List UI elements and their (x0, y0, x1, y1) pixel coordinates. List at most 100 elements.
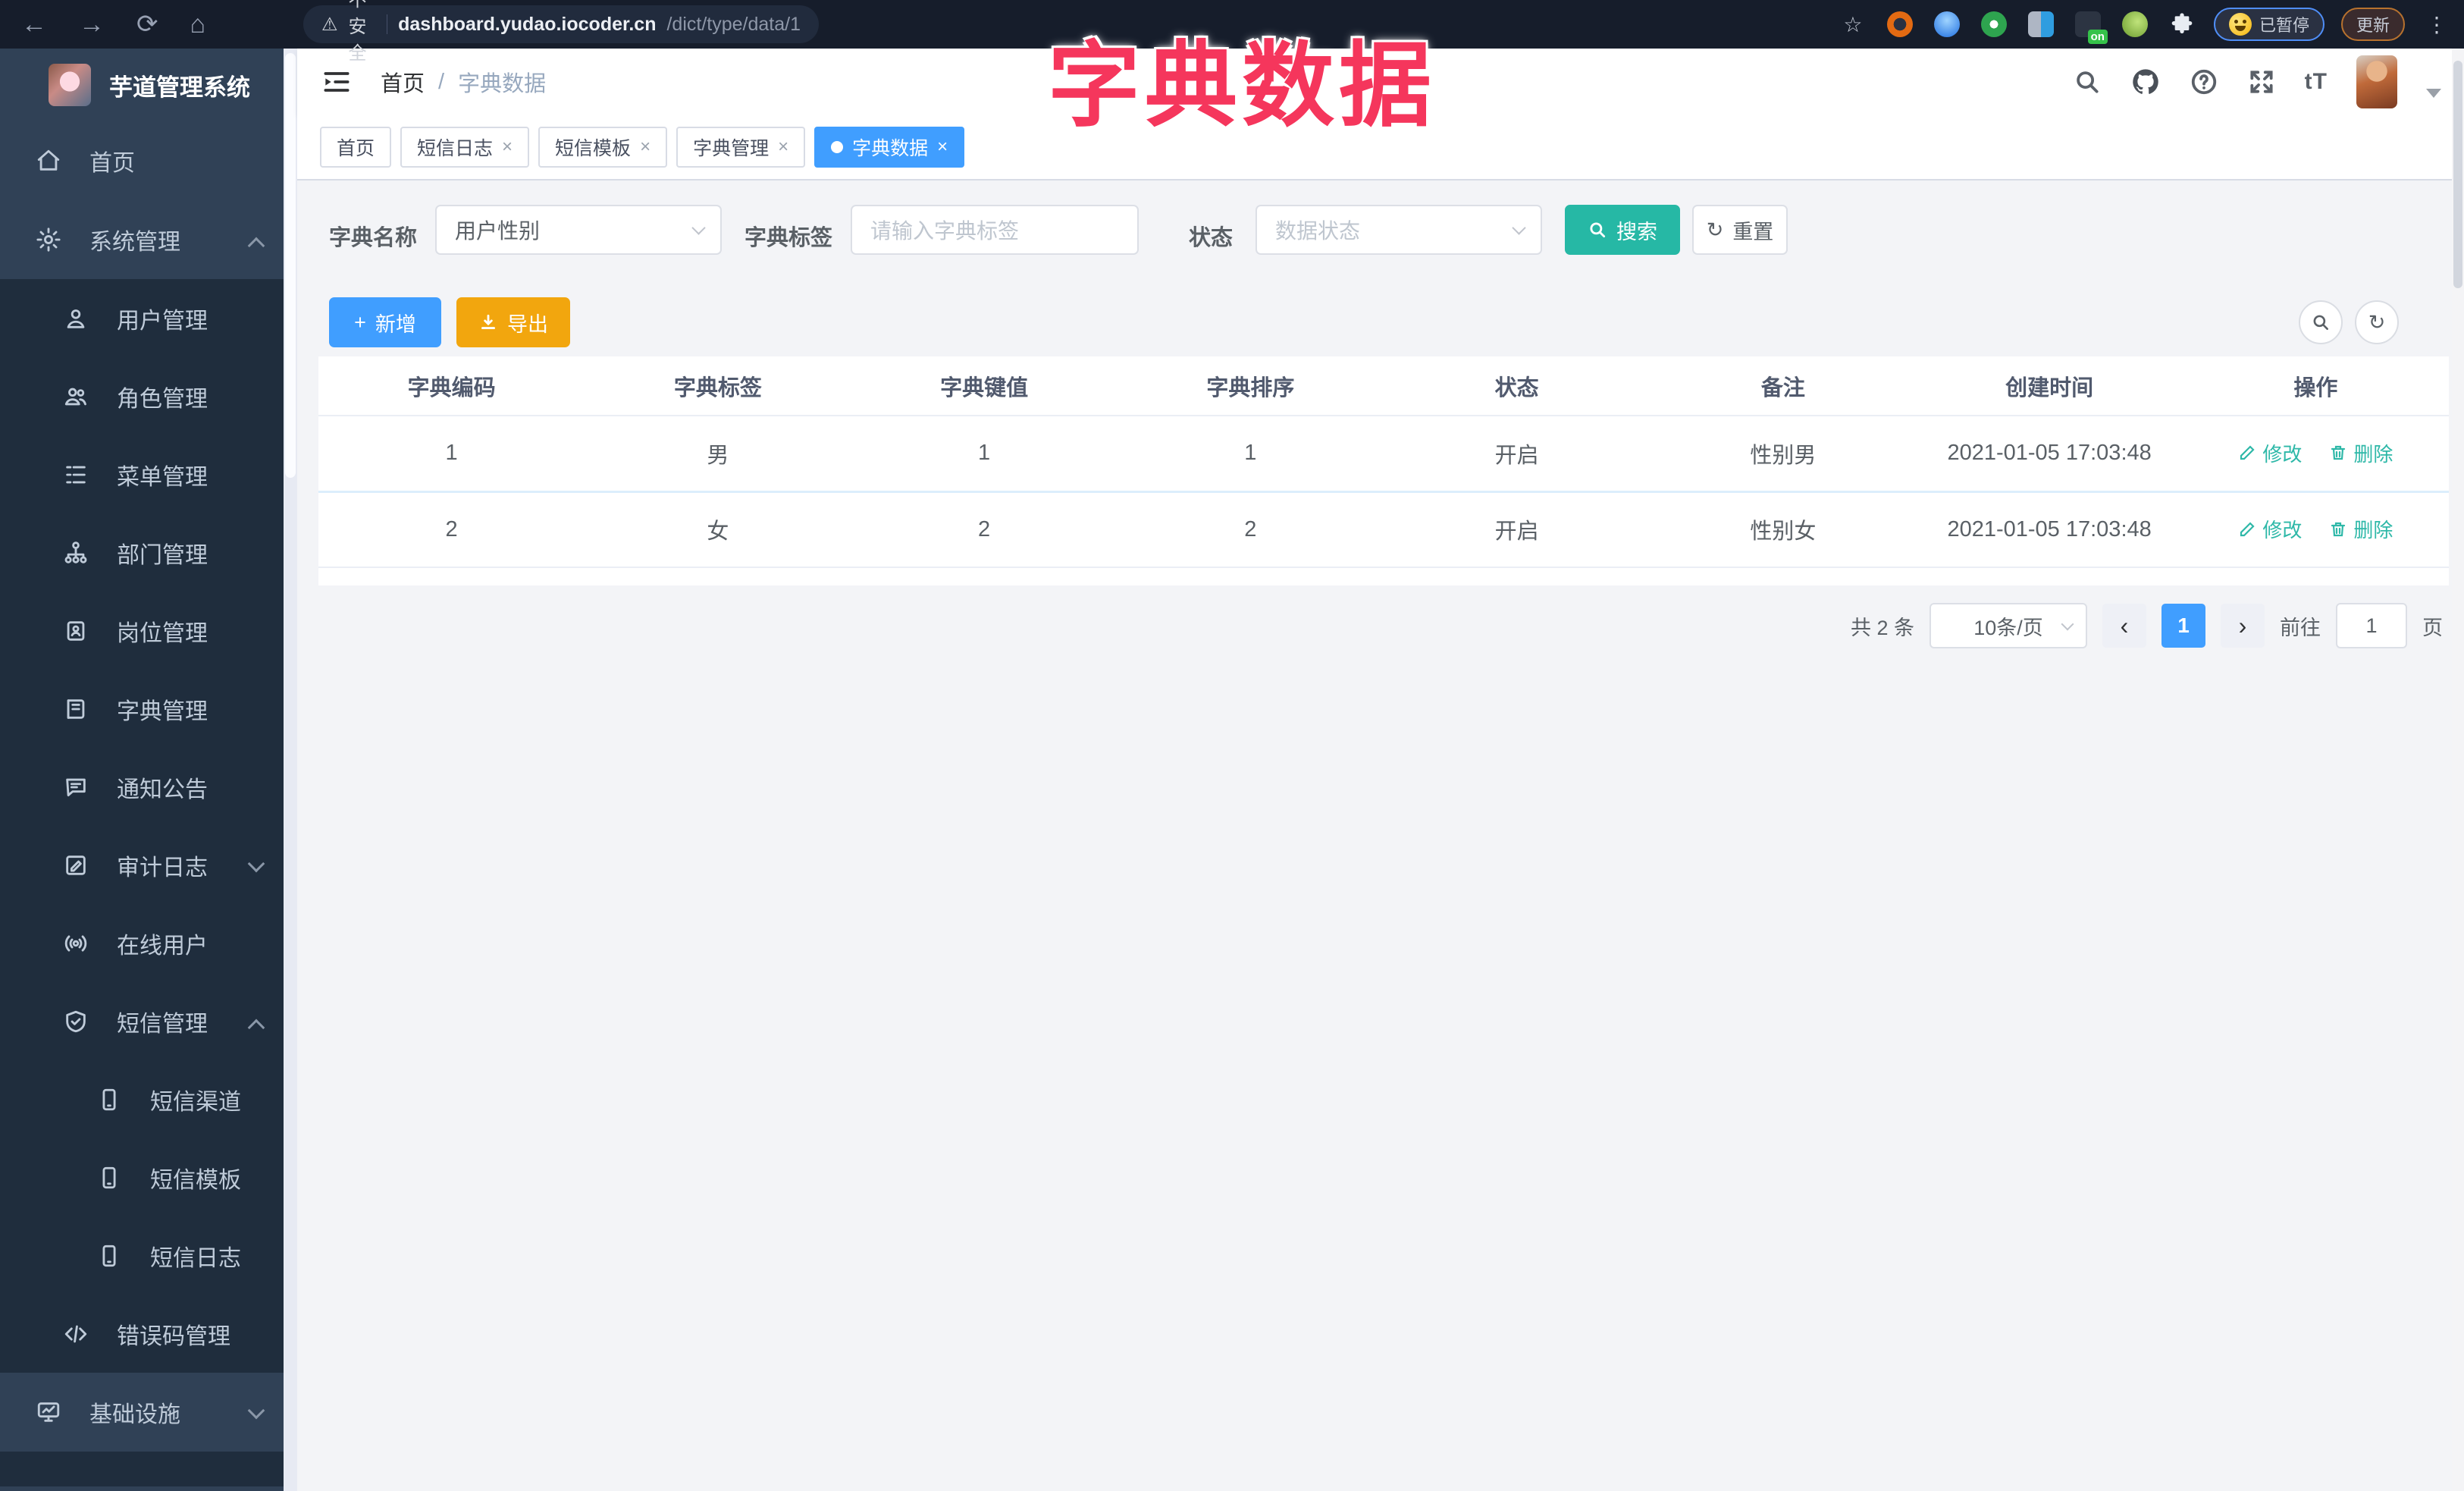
tab-sms-log[interactable]: 短信日志 × (400, 127, 530, 168)
sidebar-item-dept-mgmt[interactable]: 部门管理 (0, 513, 296, 592)
sidebar-item-post-mgmt[interactable]: 岗位管理 (0, 592, 296, 670)
chevron-down-icon (1512, 221, 1526, 235)
sms-shield-icon (61, 1009, 91, 1034)
announcement-icon (61, 774, 91, 800)
extensions-puzzle-icon[interactable] (2167, 9, 2197, 39)
main-scrollbar[interactable] (2452, 49, 2464, 1491)
home-icon[interactable]: ⌂ (190, 10, 206, 39)
breadcrumb-home[interactable]: 首页 (381, 66, 425, 98)
breadcrumb-current: 字典数据 (458, 72, 547, 96)
sidebar-item-online-users[interactable]: 在线用户 (0, 904, 296, 982)
gear-icon (33, 227, 64, 253)
collapse-caret-icon (247, 237, 265, 255)
forward-icon[interactable]: → (79, 10, 105, 39)
extension-leaf-icon[interactable] (2120, 9, 2150, 39)
sidebar-item-role-mgmt[interactable]: 角色管理 (0, 357, 296, 435)
bookmark-star-icon[interactable]: ☆ (1838, 9, 1868, 39)
font-size-icon[interactable]: tT (2305, 69, 2328, 95)
dict-tag-input[interactable]: 请输入字典标签 (851, 205, 1139, 255)
users-icon (61, 384, 91, 410)
search-icon[interactable] (2073, 67, 2102, 96)
dict-name-select[interactable]: 用户性别 (435, 205, 722, 255)
address-bar[interactable]: ⚠ 不安全 dashboard.yudao.iocoder.cn /dict/t… (303, 0, 819, 64)
extension-blue-icon[interactable] (1932, 9, 1962, 39)
profile-emoji-avatar (2228, 13, 2252, 36)
sidebar-item-sms-template[interactable]: 短信模板 (0, 1138, 296, 1216)
sidebar-item-user-mgmt[interactable]: 用户管理 (0, 279, 296, 357)
status-select[interactable]: 数据状态 (1256, 205, 1542, 255)
chrome-menu-dots-icon[interactable]: ⋮ (2422, 9, 2452, 39)
sidebar-item-sms-channel[interactable]: 短信渠道 (0, 1060, 296, 1138)
chevron-down-icon (2061, 617, 2074, 631)
export-button[interactable]: 导出 (456, 297, 570, 347)
close-icon[interactable]: × (502, 137, 513, 158)
next-page-button[interactable]: › (2221, 604, 2265, 648)
refresh-table-button[interactable]: ↻ (2355, 300, 2399, 344)
page-unit-label: 页 (2422, 616, 2443, 639)
back-icon[interactable]: ← (21, 10, 47, 39)
status-label: 状态 (1189, 226, 1234, 250)
reset-button[interactable]: ↻ 重置 (1692, 205, 1788, 255)
prev-page-button[interactable]: ‹ (2102, 604, 2146, 648)
page-title-overlay: 字典数据 (1048, 34, 1436, 137)
page-number-button[interactable]: 1 (2161, 604, 2205, 648)
menu-list-icon (61, 462, 91, 488)
edit-button[interactable]: 修改 (2238, 439, 2302, 467)
tab-dict-data[interactable]: 字典数据 × (814, 127, 965, 168)
delete-button[interactable]: 删除 (2329, 515, 2393, 543)
profile-paused-badge[interactable]: 已暂停 (2213, 8, 2324, 41)
sidebar-item-menu-mgmt[interactable]: 菜单管理 (0, 435, 296, 513)
extension-switch-icon[interactable]: on (2073, 9, 2108, 44)
search-button[interactable]: 搜索 (1565, 205, 1680, 255)
active-dot-icon (831, 141, 844, 153)
chevron-down-icon (691, 221, 706, 235)
close-icon[interactable]: × (937, 137, 948, 158)
goto-page-input[interactable]: 1 (2336, 603, 2407, 648)
close-icon[interactable]: × (640, 137, 650, 158)
github-icon[interactable] (2130, 67, 2161, 97)
sidebar-item-sms-log[interactable]: 短信日志 (0, 1216, 296, 1295)
close-icon[interactable]: × (778, 137, 788, 158)
extension-translate-icon[interactable] (2026, 9, 2056, 39)
security-label[interactable]: 不安全 (349, 0, 377, 64)
table-row[interactable]: 2 女 2 2 开启 性别女 2021-01-05 17:03:48 修改 删除 (318, 491, 2449, 568)
page-size-select[interactable]: 10条/页 (1930, 603, 2087, 648)
delete-button[interactable]: 删除 (2329, 439, 2393, 467)
tab-sms-template[interactable]: 短信模板 × (538, 127, 668, 168)
tab-dict-mgmt[interactable]: 字典管理 × (676, 127, 806, 168)
update-browser-button[interactable]: 更新 (2340, 8, 2405, 41)
sidebar-item-sms-mgmt[interactable]: 短信管理 (0, 982, 296, 1060)
tab-home[interactable]: 首页 (320, 127, 392, 168)
audit-log-icon (61, 852, 91, 878)
sidebar-item-error-code[interactable]: 错误码管理 (0, 1295, 296, 1373)
toggle-search-button[interactable] (2299, 300, 2343, 344)
main-area: 首页 / 字典数据 tT 首页 短信日志 × 短信模板 × 字典管理 × 字典数据 × … (297, 49, 2464, 1491)
edit-button[interactable]: 修改 (2238, 515, 2302, 543)
sidebar-item-infrastructure[interactable]: 基础设施 (0, 1373, 296, 1452)
sidebar-item-system[interactable]: 系统管理 (0, 200, 296, 279)
add-button[interactable]: + 新增 (329, 297, 441, 347)
dict-name-label: 字典名称 (329, 226, 418, 250)
filter-form: 字典名称 用户性别 字典标签 请输入字典标签 状态 数据状态 搜索 ↻ 重置 (297, 180, 2464, 287)
collapse-sidebar-icon[interactable] (320, 65, 353, 99)
collapse-caret-icon (247, 1019, 265, 1037)
app-logo-row[interactable]: 芋道管理系统 (0, 49, 296, 121)
sidebar-item-home[interactable]: 首页 (0, 121, 296, 200)
sidebar-scrollbar[interactable] (284, 49, 297, 1491)
url-path: /dict/type/data/1 (666, 13, 801, 35)
user-avatar[interactable] (2356, 55, 2397, 108)
table-toolbar: + 新增 导出 ↻ (297, 293, 2464, 353)
sidebar-item-dict-mgmt[interactable]: 字典管理 (0, 670, 296, 748)
app-logo (49, 64, 91, 106)
table-row[interactable]: 1 男 1 1 开启 性别男 2021-01-05 17:03:48 修改 删除 (318, 416, 2449, 493)
reload-icon[interactable]: ⟳ (136, 9, 158, 39)
help-icon[interactable] (2190, 67, 2218, 96)
sidebar-item-audit-log[interactable]: 审计日志 (0, 826, 296, 904)
fullscreen-icon[interactable] (2247, 67, 2276, 96)
sidebar-item-notice[interactable]: 通知公告 (0, 748, 296, 826)
extension-green-check-icon[interactable] (1979, 9, 2009, 39)
sidebar: 芋道管理系统 首页 系统管理 用户管理 角色管理 菜单管理 部门管理 岗位管理 … (0, 49, 296, 1491)
home-icon (33, 148, 64, 174)
extension-orange-icon[interactable] (1885, 9, 1915, 39)
user-menu-caret-icon[interactable] (2426, 89, 2441, 98)
